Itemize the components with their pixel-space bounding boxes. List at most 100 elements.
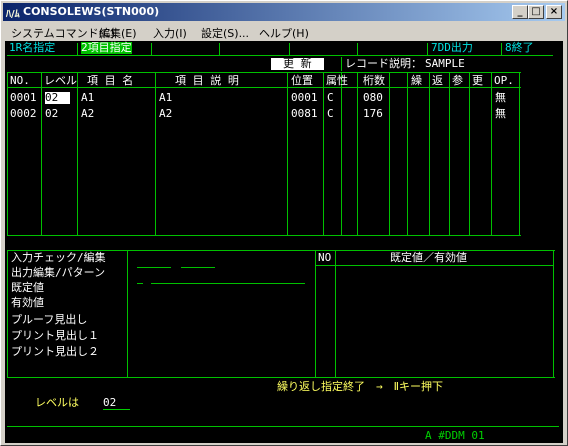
grid-line <box>323 72 324 236</box>
fkey-7[interactable]: 7DD出力 <box>431 42 473 54</box>
panel-line <box>127 250 128 378</box>
record-label: レコード説明： <box>345 57 422 70</box>
row2-pos[interactable]: 0081 <box>291 108 318 120</box>
label-proof-heading: プルーフ見出し <box>11 313 88 326</box>
row1-pos[interactable]: 0001 <box>291 92 318 104</box>
label-valid: 有効値 <box>11 296 44 309</box>
header-no: NO. <box>10 74 30 87</box>
grid-line <box>407 72 408 236</box>
row1-name[interactable]: A1 <box>81 92 94 104</box>
no-header: NO <box>318 251 332 264</box>
row2-no[interactable]: 0002 <box>10 108 37 120</box>
panel-line <box>315 250 316 378</box>
header-ref: 参 <box>452 74 463 87</box>
terminal-screen[interactable]: 1R名指定 2項目指定 7DD出力 8終了 更 新 レコード説明： SAMPLE <box>5 41 563 443</box>
row2-desc[interactable]: A2 <box>159 108 172 120</box>
menu-bar: システムコマンド(C) 編集(E) 入力(I) 設定(S)... ヘルプ(H) <box>3 22 565 40</box>
label-print-heading-1: プリント見出し１ <box>11 329 99 342</box>
divider <box>219 43 220 55</box>
row2-level[interactable]: 02 <box>45 108 58 120</box>
output-pattern-field[interactable] <box>137 283 143 284</box>
grid-line <box>469 72 470 236</box>
status-line: A #DDM 01 <box>425 429 485 442</box>
header-repeat2: 返 <box>432 74 443 87</box>
row1-desc[interactable]: A1 <box>159 92 172 104</box>
header-repeat1: 繰 <box>411 74 422 87</box>
label-print-heading-2: プリント見出し２ <box>11 345 99 358</box>
grid-line <box>357 72 358 236</box>
header-position: 位置 <box>291 74 313 87</box>
header-update: 更 <box>472 74 483 87</box>
mode-indicator: 更 新 <box>271 58 324 70</box>
row2-op[interactable]: 無 <box>495 108 506 120</box>
panel-line <box>7 250 8 378</box>
divider <box>427 43 428 55</box>
row1-attr[interactable]: C <box>327 92 334 104</box>
grid-line <box>7 235 521 236</box>
header-level: レベル <box>44 74 77 87</box>
grid-line <box>155 72 156 236</box>
fkey-8[interactable]: 8終了 <box>505 42 534 54</box>
row1-op[interactable]: 無 <box>495 92 506 104</box>
grid-line <box>7 87 521 88</box>
default-valid-header: 既定値／有効値 <box>390 251 467 264</box>
menu-input[interactable]: 入力(I) <box>153 25 187 41</box>
grid-line <box>519 72 520 236</box>
divider <box>151 43 152 55</box>
close-button[interactable]: × <box>546 5 562 19</box>
minimize-button[interactable]: _ <box>512 5 528 19</box>
output-edit-field[interactable] <box>151 283 305 284</box>
level-label: レベルは <box>35 396 79 409</box>
divider <box>501 43 502 55</box>
panel-line <box>7 377 555 378</box>
grid-line <box>77 72 78 236</box>
prompt-message: 繰り返し指定終了 → Ⅱキー押下 <box>277 380 444 393</box>
input-check-field-2[interactable] <box>181 267 215 268</box>
grid-line <box>287 72 288 236</box>
label-input-check: 入力チェック/編集 <box>11 251 106 264</box>
header-attribute: 属性 <box>326 74 348 87</box>
row1-no[interactable]: 0001 <box>10 92 37 104</box>
divider <box>77 43 78 55</box>
title-bar: ﾊ/ﾑ CONSOLEWS(STN000) _ □ × <box>3 3 565 21</box>
header-item-name: 項 目 名 <box>87 74 134 87</box>
label-default: 既定値 <box>11 281 44 294</box>
header-digits: 桁数 <box>363 74 385 87</box>
menu-help[interactable]: ヘルプ(H) <box>259 25 309 41</box>
record-value: SAMPLE <box>425 57 465 70</box>
grid-line <box>41 72 42 236</box>
row1-level[interactable]: 02 <box>45 92 71 104</box>
panel-line <box>553 250 554 378</box>
row2-name[interactable]: A2 <box>81 108 94 120</box>
divider <box>341 57 342 71</box>
fkey-2[interactable]: 2項目指定 <box>81 42 132 54</box>
grid-line <box>7 72 521 73</box>
grid-line <box>491 72 492 236</box>
grid-line <box>7 72 8 236</box>
divider <box>7 55 553 56</box>
grid-line <box>341 72 342 236</box>
level-input[interactable]: 02 <box>103 397 131 410</box>
maximize-button[interactable]: □ <box>528 5 544 19</box>
grid-line <box>429 72 430 236</box>
divider <box>289 43 290 55</box>
app-icon: ﾊ/ﾑ <box>6 9 20 20</box>
row1-digits[interactable]: 080 <box>363 92 383 104</box>
divider <box>357 43 358 55</box>
fkey-1[interactable]: 1R名指定 <box>9 42 55 54</box>
status-divider <box>7 426 559 427</box>
row2-digits[interactable]: 176 <box>363 108 383 120</box>
panel-line <box>335 250 336 378</box>
label-output-edit: 出力編集/パターン <box>11 266 106 279</box>
grid-line <box>449 72 450 236</box>
console-window: ﾊ/ﾑ CONSOLEWS(STN000) _ □ × システムコマンド(C) … <box>0 0 568 446</box>
header-op: OP. <box>494 74 514 87</box>
window-title: CONSOLEWS(STN000) <box>23 5 160 18</box>
row2-attr[interactable]: C <box>327 108 334 120</box>
header-item-desc: 項 目 説 明 <box>175 74 239 87</box>
grid-line <box>389 72 390 236</box>
menu-settings[interactable]: 設定(S)... <box>201 25 249 41</box>
input-check-field[interactable] <box>137 267 171 268</box>
panel-line <box>315 265 553 266</box>
menu-edit[interactable]: 編集(E) <box>99 25 137 41</box>
